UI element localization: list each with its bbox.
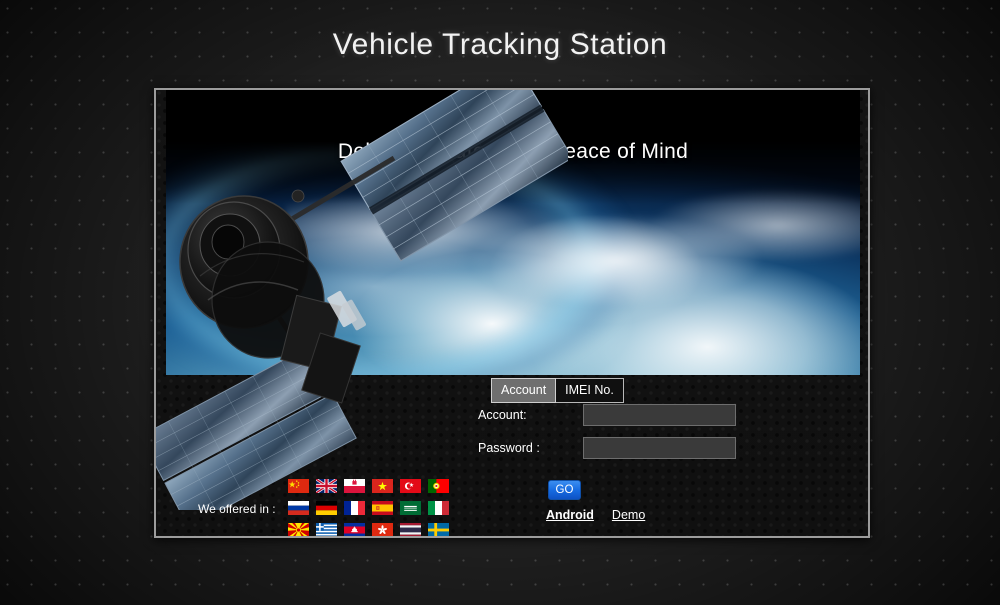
panel-inner-surface: Delivering Safety and Peace of Mind	[156, 90, 868, 536]
bottom-links: Android Demo	[546, 508, 645, 522]
flag-greece[interactable]	[312, 519, 340, 536]
flag-turkey[interactable]	[396, 475, 424, 497]
flag-hong-kong[interactable]	[368, 519, 396, 536]
flag-russia[interactable]	[284, 497, 312, 519]
flag-cambodia[interactable]	[340, 519, 368, 536]
flag-sweden[interactable]	[424, 519, 452, 536]
flag-france[interactable]	[340, 497, 368, 519]
flag-china[interactable]	[284, 475, 312, 497]
demo-link[interactable]: Demo	[612, 508, 645, 522]
password-input[interactable]	[583, 437, 736, 459]
flag-saudi-arabia[interactable]	[396, 497, 424, 519]
account-label: Account:	[478, 408, 583, 422]
languages-label: We offered in :	[198, 502, 276, 516]
flag-spain[interactable]	[368, 497, 396, 519]
password-row: Password :	[478, 431, 736, 464]
hero-banner: Delivering Safety and Peace of Mind	[166, 90, 860, 375]
flag-thailand[interactable]	[396, 519, 424, 536]
password-label: Password :	[478, 441, 583, 455]
banner-tagline: Delivering Safety and Peace of Mind	[166, 140, 860, 164]
android-link[interactable]: Android	[546, 508, 594, 522]
flag-poland[interactable]	[340, 475, 368, 497]
language-flag-grid[interactable]	[284, 475, 452, 536]
flag-vietnam[interactable]	[368, 475, 396, 497]
page-title: Vehicle Tracking Station	[0, 28, 1000, 62]
account-input[interactable]	[583, 404, 736, 426]
login-form: Account: Password :	[478, 398, 736, 464]
flag-portugal[interactable]	[424, 475, 452, 497]
go-button[interactable]: GO	[548, 480, 581, 500]
account-row: Account:	[478, 398, 736, 431]
flag-macedonia[interactable]	[284, 519, 312, 536]
earth-clouds	[286, 180, 860, 310]
flag-germany[interactable]	[312, 497, 340, 519]
flag-italy[interactable]	[424, 497, 452, 519]
login-panel: Delivering Safety and Peace of Mind	[154, 88, 870, 538]
flag-united-kingdom[interactable]	[312, 475, 340, 497]
